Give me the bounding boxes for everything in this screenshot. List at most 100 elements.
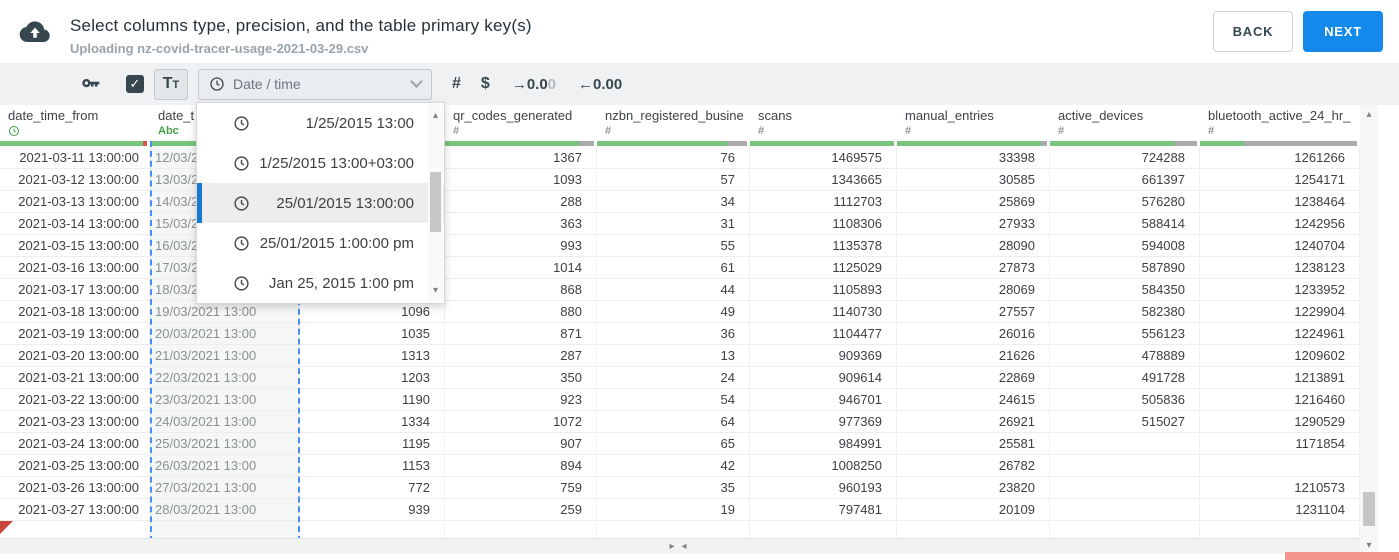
table-cell[interactable]: 27/03/2021 13:00 xyxy=(150,477,300,499)
table-cell[interactable]: 1190 xyxy=(300,389,445,411)
dropdown-scrollbar-thumb[interactable] xyxy=(430,172,441,232)
table-cell[interactable]: 923 xyxy=(445,389,597,411)
table-cell[interactable]: 19/03/2021 13:00 xyxy=(150,301,300,323)
table-cell[interactable]: 26016 xyxy=(897,323,1050,345)
table-cell[interactable]: 33398 xyxy=(897,147,1050,169)
table-cell[interactable] xyxy=(1050,455,1200,477)
table-cell[interactable]: 27557 xyxy=(897,301,1050,323)
table-cell[interactable]: 1261266 xyxy=(1200,147,1360,169)
column-header-bluetooth_active_24_hr_[interactable]: bluetooth_active_24_hr_ # xyxy=(1200,105,1360,141)
scroll-up-icon[interactable]: ▴ xyxy=(1360,109,1378,120)
table-cell[interactable]: 57 xyxy=(597,169,750,191)
table-cell[interactable]: 1108306 xyxy=(750,213,897,235)
column-header-active_devices[interactable]: active_devices # xyxy=(1050,105,1200,141)
table-cell[interactable]: 19 xyxy=(597,499,750,521)
column-header-date_time_from[interactable]: date_time_from xyxy=(0,105,150,141)
table-cell[interactable]: 1213891 xyxy=(1200,367,1360,389)
table-cell[interactable]: 759 xyxy=(445,477,597,499)
table-cell[interactable]: 2021-03-12 13:00:00 xyxy=(0,169,150,191)
table-cell[interactable]: 1290529 xyxy=(1200,411,1360,433)
table-cell[interactable]: 27873 xyxy=(897,257,1050,279)
table-cell[interactable]: 31 xyxy=(597,213,750,235)
vertical-scrollbar-thumb[interactable] xyxy=(1363,492,1375,526)
table-cell[interactable]: 1072 xyxy=(445,411,597,433)
horizontal-scrollbar[interactable]: ◂ ▸ xyxy=(0,538,1360,554)
text-type-button[interactable]: Tt xyxy=(154,68,188,100)
table-cell[interactable]: 25/03/2021 13:00 xyxy=(150,433,300,455)
number-type-button[interactable]: # xyxy=(452,75,461,93)
table-cell[interactable]: 478889 xyxy=(1050,345,1200,367)
increase-decimal-button[interactable]: →0.00 xyxy=(512,76,556,93)
table-cell[interactable] xyxy=(1200,455,1360,477)
table-cell[interactable]: 2021-03-16 13:00:00 xyxy=(0,257,150,279)
table-cell[interactable]: 977369 xyxy=(750,411,897,433)
table-cell[interactable]: 2021-03-23 13:00:00 xyxy=(0,411,150,433)
table-cell[interactable]: 1238123 xyxy=(1200,257,1360,279)
table-cell[interactable]: 584350 xyxy=(1050,279,1200,301)
table-cell[interactable]: 24/03/2021 13:00 xyxy=(150,411,300,433)
next-button[interactable]: NEXT xyxy=(1303,11,1383,52)
table-cell[interactable]: 993 xyxy=(445,235,597,257)
table-cell[interactable]: 28069 xyxy=(897,279,1050,301)
table-cell[interactable]: 26921 xyxy=(897,411,1050,433)
table-cell[interactable]: 287 xyxy=(445,345,597,367)
table-cell[interactable]: 661397 xyxy=(1050,169,1200,191)
table-cell[interactable]: 13 xyxy=(597,345,750,367)
table-cell[interactable]: 1195 xyxy=(300,433,445,455)
table-cell[interactable]: 505836 xyxy=(1050,389,1200,411)
table-cell[interactable]: 772 xyxy=(300,477,445,499)
table-cell[interactable]: 909369 xyxy=(750,345,897,367)
table-cell[interactable]: 556123 xyxy=(1050,323,1200,345)
table-cell[interactable]: 1242956 xyxy=(1200,213,1360,235)
table-cell[interactable]: 2021-03-19 13:00:00 xyxy=(0,323,150,345)
table-cell[interactable]: 1367 xyxy=(445,147,597,169)
table-cell[interactable]: 868 xyxy=(445,279,597,301)
table-cell[interactable]: 350 xyxy=(445,367,597,389)
table-cell[interactable]: 64 xyxy=(597,411,750,433)
table-cell[interactable]: 25869 xyxy=(897,191,1050,213)
table-cell[interactable]: 576280 xyxy=(1050,191,1200,213)
datetime-format-select[interactable]: Date / time xyxy=(198,68,432,100)
include-column-checkbox[interactable]: ✓ xyxy=(126,75,144,93)
table-cell[interactable]: 960193 xyxy=(750,477,897,499)
table-cell[interactable]: 36 xyxy=(597,323,750,345)
table-cell[interactable]: 880 xyxy=(445,301,597,323)
table-cell[interactable]: 594008 xyxy=(1050,235,1200,257)
table-cell[interactable]: 21/03/2021 13:00 xyxy=(150,345,300,367)
format-option[interactable]: 1/25/2015 13:00+03:00 xyxy=(197,143,444,183)
table-cell[interactable]: 363 xyxy=(445,213,597,235)
table-cell[interactable]: 44 xyxy=(597,279,750,301)
table-cell[interactable]: 2021-03-27 13:00:00 xyxy=(0,499,150,521)
scroll-right-icon[interactable]: ▸ xyxy=(0,541,1352,552)
table-cell[interactable]: 54 xyxy=(597,389,750,411)
table-cell[interactable]: 24615 xyxy=(897,389,1050,411)
table-cell[interactable]: 588414 xyxy=(1050,213,1200,235)
column-header-manual_entries[interactable]: manual_entries # xyxy=(897,105,1050,141)
table-cell[interactable]: 22869 xyxy=(897,367,1050,389)
primary-key-icon[interactable] xyxy=(80,73,102,95)
table-cell[interactable]: 1224961 xyxy=(1200,323,1360,345)
table-cell[interactable]: 1105893 xyxy=(750,279,897,301)
table-cell[interactable]: 61 xyxy=(597,257,750,279)
scroll-down-icon[interactable]: ▾ xyxy=(428,285,443,296)
table-cell[interactable]: 20109 xyxy=(897,499,1050,521)
table-cell[interactable]: 1313 xyxy=(300,345,445,367)
table-cell[interactable]: 1153 xyxy=(300,455,445,477)
table-cell[interactable]: 907 xyxy=(445,433,597,455)
table-cell[interactable]: 76 xyxy=(597,147,750,169)
table-cell[interactable]: 1008250 xyxy=(750,455,897,477)
table-cell[interactable]: 1104477 xyxy=(750,323,897,345)
table-cell[interactable]: 25581 xyxy=(897,433,1050,455)
table-cell[interactable]: 797481 xyxy=(750,499,897,521)
table-cell[interactable]: 1093 xyxy=(445,169,597,191)
table-cell[interactable]: 288 xyxy=(445,191,597,213)
table-cell[interactable]: 1229904 xyxy=(1200,301,1360,323)
column-header-nzbn_registered_busine[interactable]: nzbn_registered_busine # xyxy=(597,105,750,141)
table-cell[interactable]: 259 xyxy=(445,499,597,521)
table-cell[interactable]: 2021-03-17 13:00:00 xyxy=(0,279,150,301)
currency-type-button[interactable]: $ xyxy=(481,75,490,93)
table-cell[interactable]: 2021-03-25 13:00:00 xyxy=(0,455,150,477)
column-header-scans[interactable]: scans # xyxy=(750,105,897,141)
table-cell[interactable]: 1210573 xyxy=(1200,477,1360,499)
table-cell[interactable] xyxy=(1050,499,1200,521)
